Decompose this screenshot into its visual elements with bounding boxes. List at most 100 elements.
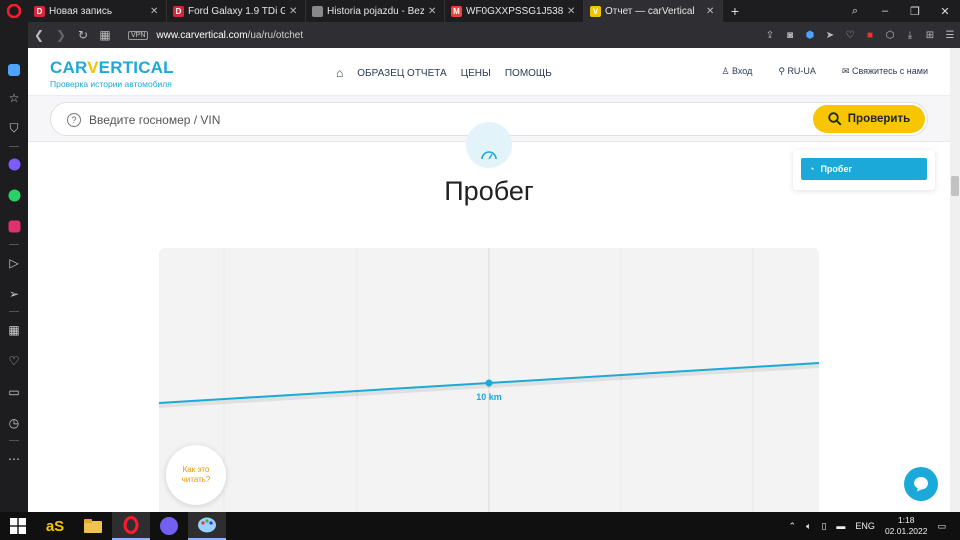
url-field[interactable]: www.carvertical.com/ua/ru/otchet <box>156 30 760 41</box>
tab-title: Ford Galaxy 1.9 TDi Ghia A <box>188 5 285 17</box>
chat-icon <box>914 477 928 492</box>
scrollbar-thumb[interactable] <box>951 176 959 196</box>
search-icon <box>828 112 842 126</box>
mileage-chart: 10 km <box>159 248 819 512</box>
tab-title: Отчет — carVertical <box>605 5 695 17</box>
logo-tagline: Проверка истории автомобиля <box>50 79 172 89</box>
tab-title: Historia pojazdu - Bezpłatn <box>327 5 424 17</box>
search-tabs-icon[interactable]: ⌕ <box>840 5 870 18</box>
odometer-icon <box>466 122 512 168</box>
tab-close-icon[interactable]: ✕ <box>567 6 577 17</box>
locale-selector[interactable]: ⚲ RU-UA <box>778 66 816 77</box>
tab-favicon-icon: D <box>173 5 184 17</box>
ext-icon[interactable]: ■ <box>860 30 880 41</box>
sidebar-bag-icon[interactable]: ⛉ <box>0 113 28 144</box>
browser-tab-0[interactable]: D Новая запись ✕ <box>28 0 167 22</box>
sidebar-clock-icon[interactable]: ◷ <box>0 407 28 438</box>
speed-dial-icon[interactable]: ▦ <box>94 28 116 42</box>
camera-icon[interactable]: ◙ <box>780 30 800 41</box>
network-icon[interactable]: ▬ <box>836 521 845 531</box>
close-window-button[interactable]: ✕ <box>930 5 960 18</box>
how-to-read-bubble[interactable]: Как это читать? <box>166 445 226 505</box>
sidebar-instagram-icon[interactable] <box>0 211 28 242</box>
user-icon: ♙ <box>721 66 732 76</box>
chat-button[interactable] <box>904 467 938 501</box>
tab-favicon-icon: M <box>451 5 462 17</box>
tab-favicon-icon: V <box>590 5 601 17</box>
tab-close-icon[interactable]: ✕ <box>428 6 438 17</box>
browser-tab-1[interactable]: D Ford Galaxy 1.9 TDi Ghia A ✕ <box>167 0 306 22</box>
url-host: www.carvertical.com <box>156 29 248 41</box>
menu-item-sample-report[interactable]: ОБРАЗЕЦ ОТЧЕТА <box>357 68 446 79</box>
sidebar-more-icon[interactable]: ⋯ <box>0 443 28 474</box>
opera-menu-icon[interactable] <box>0 0 28 22</box>
sidebar-messenger-icon[interactable] <box>0 149 28 180</box>
snapshot-icon[interactable]: ⊞ <box>920 30 940 41</box>
volume-icon[interactable]: 🔈︎ <box>806 521 811 532</box>
notifications-icon[interactable]: ▭ <box>937 521 946 532</box>
tab-favicon-icon <box>312 5 323 17</box>
check-button[interactable]: Проверить <box>813 105 925 133</box>
minimize-button[interactable]: – <box>870 5 900 17</box>
taskbar-opera-icon[interactable] <box>112 512 150 540</box>
reload-button[interactable]: ↻ <box>72 28 94 42</box>
mail-icon: ✉ <box>841 66 852 76</box>
odometer-small-icon: ◔ <box>809 164 815 174</box>
battery-icon[interactable]: ▯ <box>821 521 826 532</box>
restore-button[interactable]: ❐ <box>900 5 930 18</box>
shield-icon[interactable]: ⬢ <box>800 30 820 41</box>
tab-bar: D Новая запись ✕ D Ford Galaxy 1.9 TDi Ghia … <box>0 0 960 22</box>
browser-sidebar: ☆ ⛉ ▷ ➢ ▦ ♡ ▭ ◷ ⋯ <box>0 22 28 512</box>
login-link[interactable]: ♙ Вход <box>721 66 752 77</box>
home-icon[interactable]: ⌂ <box>336 66 343 80</box>
menu-icon[interactable]: ☰ <box>940 30 960 41</box>
bookmark-icon[interactable]: ➤ <box>820 30 840 41</box>
language-indicator[interactable]: ENG <box>855 521 875 531</box>
windows-start-icon[interactable] <box>0 512 36 540</box>
sidebar-home-icon[interactable] <box>0 58 28 82</box>
menu-item-prices[interactable]: ЦЕНЫ <box>461 68 491 79</box>
heart-icon[interactable]: ♡ <box>840 30 860 41</box>
tab-title: Новая запись <box>49 5 113 17</box>
forward-button[interactable]: ❯ <box>50 28 72 42</box>
taskbar-paint-icon[interactable] <box>188 512 226 540</box>
sidebar-star-icon[interactable]: ☆ <box>0 82 28 113</box>
tab-title: WF0GXXPSSG1J53831 отче <box>466 5 563 17</box>
menu-item-help[interactable]: ПОМОЩЬ <box>505 68 552 79</box>
back-button[interactable]: ❮ <box>28 28 50 42</box>
tab-close-icon[interactable]: ✕ <box>150 6 160 17</box>
main-menu: ⌂ ОБРАЗЕЦ ОТЧЕТА ЦЕНЫ ПОМОЩЬ <box>336 66 552 80</box>
taskbar-viber-icon[interactable] <box>150 512 188 540</box>
tab-close-icon[interactable]: ✕ <box>289 6 299 17</box>
sidebar-heart-icon[interactable]: ♡ <box>0 345 28 376</box>
taskbar-2s-icon[interactable]: aS <box>36 512 74 540</box>
sidebar-player-icon[interactable]: ▷ <box>0 247 28 278</box>
browser-tab-4[interactable]: V Отчет — carVertical ✕ <box>584 0 723 22</box>
sidebar-history-icon[interactable]: ▭ <box>0 376 28 407</box>
vpn-badge[interactable]: VPN <box>128 30 149 40</box>
windows-taskbar: aS ⌃ 🔈︎ ▯ ▬ ENG 1:18 02.01.2022 ▭ <box>0 512 960 540</box>
sidebar-send-icon[interactable]: ➢ <box>0 278 28 309</box>
contact-link[interactable]: ✉ Свяжитесь с нами <box>842 66 928 77</box>
taskbar-explorer-icon[interactable] <box>74 512 112 540</box>
side-nav-item-mileage[interactable]: ◔ Пробег <box>801 158 927 180</box>
address-bar: ❮ ❯ ↻ ▦ VPN www.carvertical.com/ua/ru/ot… <box>28 22 960 48</box>
tab-close-icon[interactable]: ✕ <box>706 6 716 17</box>
download-icon[interactable]: ⤓ <box>900 30 920 41</box>
cube-icon[interactable]: ⬡ <box>880 30 900 41</box>
tab-favicon-icon: D <box>34 5 45 17</box>
browser-tab-2[interactable]: Historia pojazdu - Bezpłatn ✕ <box>306 0 445 22</box>
tray-chevron-icon[interactable]: ⌃ <box>789 521 797 532</box>
clock[interactable]: 1:18 02.01.2022 <box>885 515 928 537</box>
sidebar-apps-icon[interactable]: ▦ <box>0 314 28 345</box>
new-tab-button[interactable]: + <box>723 3 747 19</box>
mileage-point-label: 10 km <box>476 392 502 402</box>
share-icon[interactable]: ⇪ <box>760 30 780 41</box>
browser-tab-3[interactable]: M WF0GXXPSSG1J53831 отче ✕ <box>445 0 584 22</box>
carvertical-logo[interactable]: CARVERTICAL Проверка истории автомобиля <box>50 58 174 89</box>
page-scrollbar[interactable] <box>950 48 960 512</box>
question-icon[interactable]: ? <box>67 113 81 127</box>
vin-search-input[interactable] <box>89 110 769 130</box>
mileage-point[interactable] <box>485 379 493 387</box>
sidebar-whatsapp-icon[interactable] <box>0 180 28 211</box>
